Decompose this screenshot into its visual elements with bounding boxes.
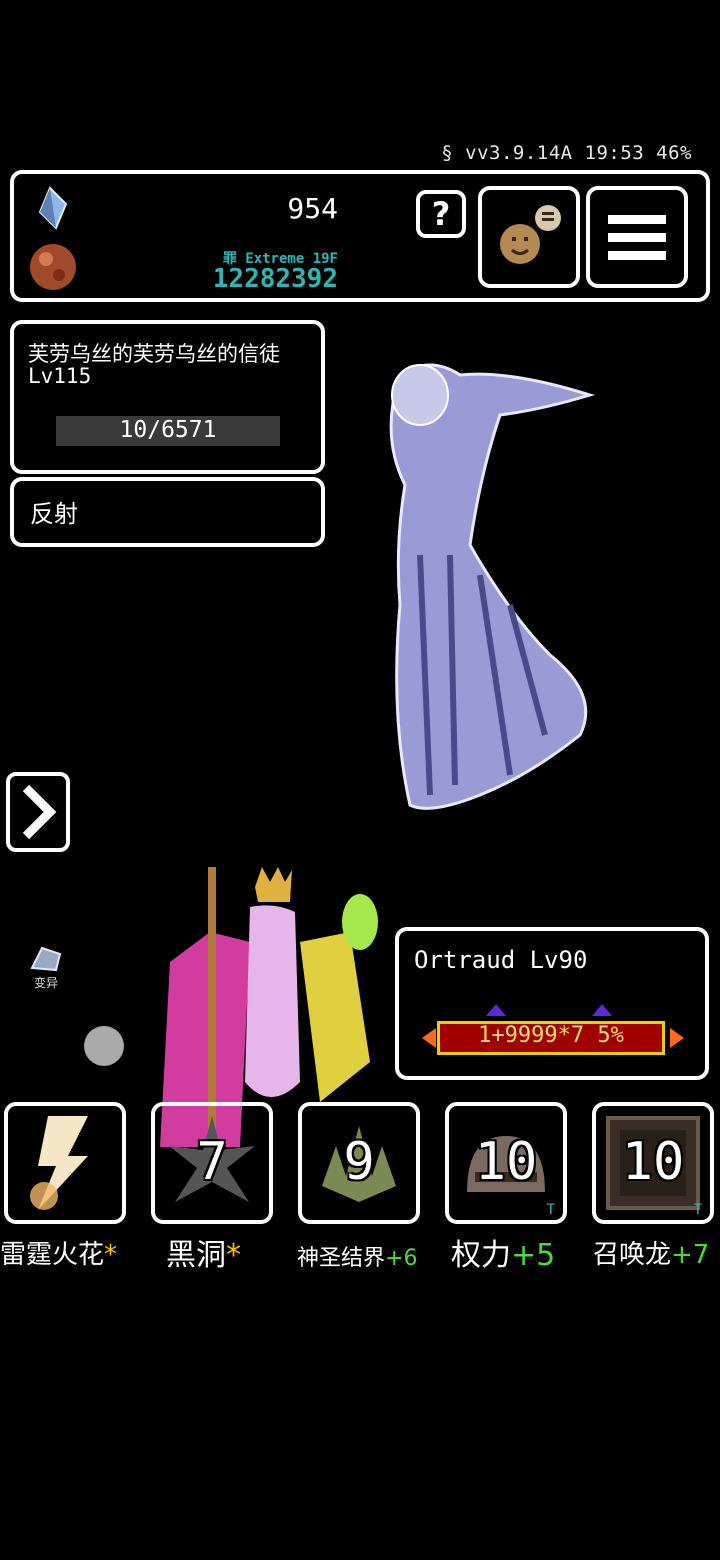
skill-suffix: +7 — [671, 1240, 710, 1270]
skill-suffix: +6 — [385, 1246, 418, 1271]
skill-count: 10 — [621, 1132, 685, 1192]
skill-tag: T — [693, 1202, 702, 1218]
enemy-skill-text: 反射 — [30, 500, 78, 528]
skill-suffix: * — [104, 1240, 118, 1270]
skill-suffix: * — [226, 1238, 241, 1273]
skill-label-power: 权力+5 — [451, 1230, 555, 1274]
skill-slot-holy-barrier[interactable]: 9 — [298, 1102, 420, 1224]
mutation-label: 变异 — [33, 976, 58, 990]
chat-button[interactable] — [478, 186, 580, 288]
menu-bar — [608, 232, 666, 242]
score-counter: 12282392 — [212, 264, 338, 294]
skill-count: 10 — [474, 1132, 538, 1192]
skill-label-thunder-spark: 雷霆火花* — [0, 1234, 117, 1271]
skill-slot-black-hole[interactable]: 7 — [151, 1102, 273, 1224]
skill-suffix: +5 — [511, 1238, 556, 1273]
enemy-level: Lv115 — [28, 364, 92, 388]
skill-label-holy-barrier: 神圣结界+6 — [297, 1240, 417, 1272]
soul-orb-icon — [30, 244, 76, 290]
crystal-icon — [38, 186, 68, 230]
lightning-icon — [30, 1116, 88, 1210]
joystick-knob[interactable] — [84, 1026, 124, 1066]
skill-label-black-hole: 黑洞* — [166, 1230, 241, 1274]
skill-count: 9 — [343, 1132, 375, 1192]
chevron-right-icon — [22, 784, 57, 840]
skill-label-summon-dragon: 召唤龙+7 — [593, 1234, 709, 1271]
ghost-enemy-sprite[interactable] — [360, 355, 600, 820]
skill-count: 7 — [196, 1132, 228, 1192]
menu-bar — [608, 250, 666, 260]
skill-name: 召唤龙 — [593, 1240, 672, 1270]
chat-face-icon — [500, 205, 561, 264]
skill-name: 黑洞 — [166, 1238, 226, 1273]
skill-slot-summon-dragon[interactable]: 10 T — [592, 1102, 714, 1224]
hero-name: Ortraud Lv90 — [414, 946, 588, 974]
next-arrow-button[interactable] — [6, 772, 70, 852]
gold-counter: 954 — [287, 192, 338, 225]
help-button[interactable]: ? — [416, 190, 466, 238]
menu-button[interactable] — [586, 186, 688, 288]
menu-bar — [608, 214, 666, 224]
skill-name: 神圣结界 — [297, 1246, 386, 1271]
skill-slot-thunder-spark[interactable] — [4, 1102, 126, 1224]
enemy-hp-text: 10/6571 — [119, 417, 217, 443]
skill-name: 雷霆火花 — [0, 1240, 105, 1270]
hero-stat-text: 1+9999*7 5% — [478, 1023, 624, 1048]
skill-name: 权力 — [451, 1238, 511, 1273]
skill-tag: T — [546, 1202, 555, 1218]
mutation-icon[interactable] — [28, 944, 64, 974]
skill-slot-power[interactable]: 10 T — [445, 1102, 567, 1224]
status-bar: § vv3.9.14A 19:53 46% — [441, 142, 692, 164]
